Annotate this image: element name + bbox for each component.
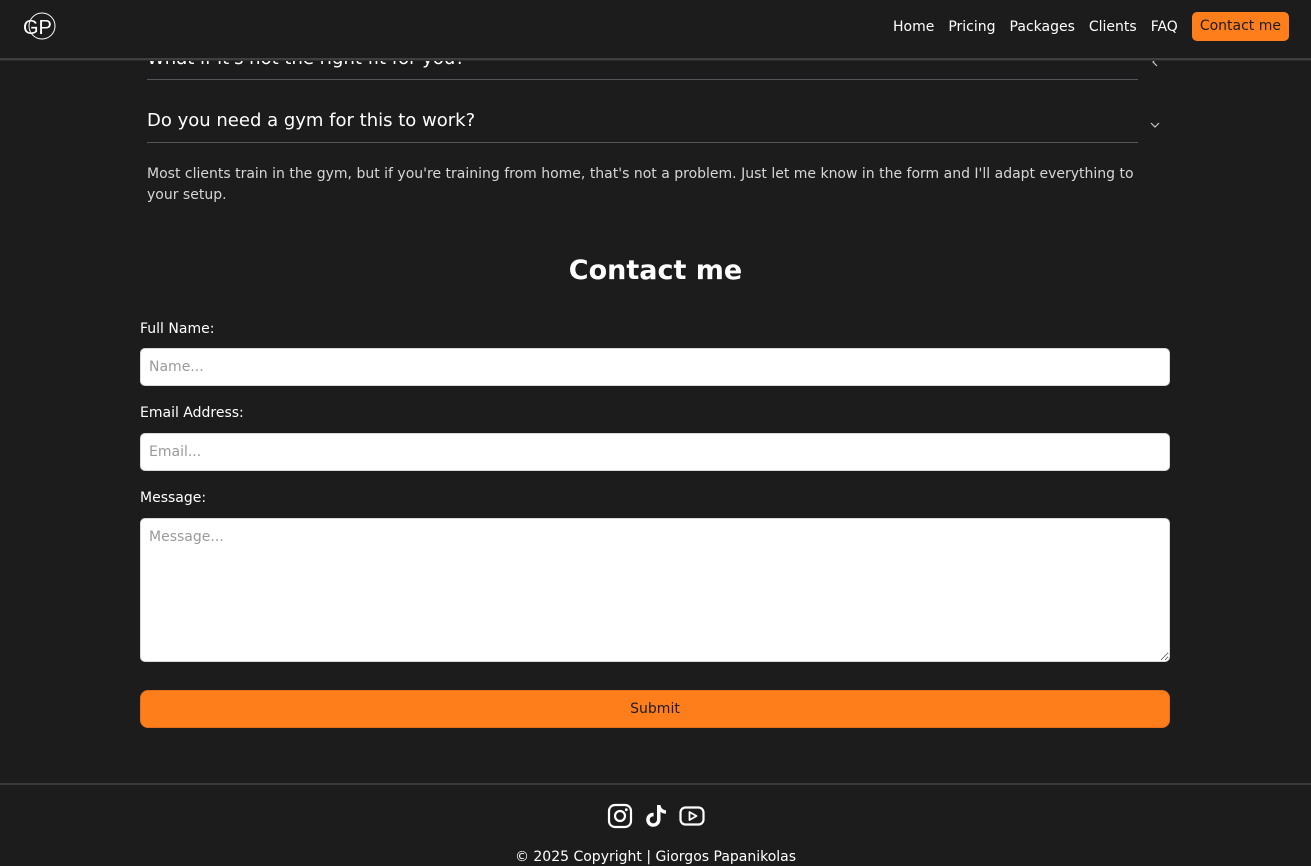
youtube-icon[interactable] bbox=[678, 803, 705, 829]
nav-link-home[interactable]: Home bbox=[893, 13, 934, 41]
name-label: Full Name: bbox=[140, 321, 215, 337]
submit-button[interactable]: Submit bbox=[140, 690, 1170, 728]
email-label: Email Address: bbox=[140, 405, 244, 421]
nav-link-clients[interactable]: Clients bbox=[1089, 13, 1137, 41]
name-input[interactable] bbox=[140, 348, 1170, 386]
nav-link-packages[interactable]: Packages bbox=[1010, 13, 1075, 41]
email-input[interactable] bbox=[140, 433, 1170, 471]
faq-item[interactable]: Do you need a gym for this to work? bbox=[147, 80, 1160, 143]
footer: © 2025 Copyright | Giorgos Papanikolas bbox=[0, 783, 1311, 866]
gp-logo[interactable]: GP bbox=[22, 12, 56, 42]
contact-me-button[interactable]: Contact me bbox=[1191, 12, 1289, 41]
tiktok-icon[interactable] bbox=[643, 803, 669, 829]
contact-title: Contact me bbox=[568, 255, 743, 286]
social-links bbox=[0, 803, 1311, 829]
nav-link-faq[interactable]: FAQ bbox=[1151, 13, 1178, 41]
svg-text:GP: GP bbox=[23, 17, 52, 39]
faq-answer: Most clients train in the gym, but if yo… bbox=[147, 166, 1134, 203]
nav-link-pricing[interactable]: Pricing bbox=[948, 13, 995, 41]
message-textarea[interactable] bbox=[140, 518, 1170, 662]
nav-links: Home Pricing Packages Clients FAQ Contac… bbox=[879, 12, 1289, 41]
top-navbar: GP Home Pricing Packages Clients FAQ Con… bbox=[0, 0, 1311, 60]
copyright-text: © 2025 Copyright | Giorgos Papanikolas bbox=[514, 849, 797, 865]
instagram-icon[interactable] bbox=[607, 803, 633, 829]
faq-question[interactable]: Do you need a gym for this to work? bbox=[147, 110, 475, 131]
chevron-down-icon[interactable] bbox=[1149, 119, 1161, 131]
message-label: Message: bbox=[140, 490, 207, 506]
